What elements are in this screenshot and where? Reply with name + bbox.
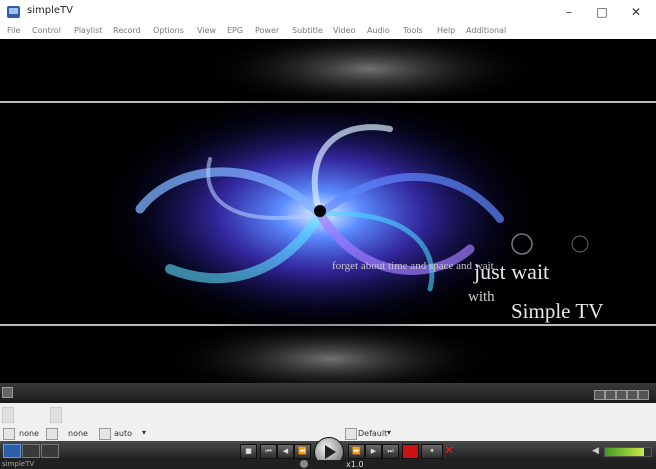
panel-header bbox=[0, 383, 656, 403]
video-viewport[interactable]: forget about time and space and wait jus… bbox=[0, 39, 656, 383]
zoom-icon[interactable] bbox=[99, 428, 111, 440]
zoom-value[interactable]: auto bbox=[114, 429, 132, 438]
profile-icon[interactable] bbox=[345, 428, 357, 440]
volume-fill bbox=[605, 448, 645, 456]
crop-icon[interactable] bbox=[46, 428, 58, 440]
crop-value[interactable]: none bbox=[68, 429, 88, 438]
window-view-icon[interactable] bbox=[22, 444, 40, 458]
seek-area[interactable] bbox=[0, 403, 656, 426]
menu-tools[interactable]: Tools bbox=[403, 26, 423, 35]
menu-options[interactable]: Options bbox=[153, 26, 184, 35]
menu-video[interactable]: Video bbox=[333, 26, 355, 35]
record-icon[interactable] bbox=[402, 444, 419, 459]
panel-opt3-icon[interactable] bbox=[616, 390, 627, 400]
status-bar bbox=[0, 460, 656, 469]
panel-opt-icon[interactable] bbox=[594, 390, 605, 400]
seek-handle[interactable] bbox=[2, 407, 14, 423]
panel-toggle-icon[interactable] bbox=[2, 387, 13, 398]
profile-value[interactable]: Default bbox=[358, 429, 387, 438]
stop-icon[interactable]: ■ bbox=[240, 444, 257, 459]
menu-additional[interactable]: Additional bbox=[466, 26, 506, 35]
seek-marker[interactable] bbox=[50, 407, 62, 423]
video-frame: forget about time and space and wait jus… bbox=[0, 39, 656, 383]
menu-subtitle[interactable]: Subtitle bbox=[292, 26, 323, 35]
panel-minimize-icon[interactable] bbox=[627, 390, 638, 400]
speaker-icon[interactable]: ◀ bbox=[592, 446, 599, 456]
maximize-icon[interactable]: □ bbox=[586, 0, 618, 24]
fast-forward-icon[interactable]: ⏩ bbox=[348, 444, 365, 459]
menu-epg[interactable]: EPG bbox=[227, 26, 243, 35]
window-title: simpleTV bbox=[27, 5, 73, 16]
playlist-view-icon[interactable] bbox=[3, 444, 21, 458]
panel-close-icon[interactable] bbox=[638, 390, 649, 400]
aspect-value[interactable]: none bbox=[19, 429, 39, 438]
video-just-wait: just wait bbox=[473, 259, 549, 284]
volume-slider[interactable] bbox=[604, 447, 652, 457]
menu-audio[interactable]: Audio bbox=[367, 26, 390, 35]
menu-view[interactable]: View bbox=[197, 26, 216, 35]
aspect-ratio-icon[interactable] bbox=[3, 428, 15, 440]
play-icon bbox=[325, 445, 336, 459]
speed-label[interactable]: x1.0 bbox=[346, 460, 363, 469]
close-icon[interactable]: ✕ bbox=[620, 0, 652, 24]
app-icon bbox=[7, 6, 20, 18]
video-tagline: forget about time and space and wait bbox=[332, 260, 494, 272]
skip-back-icon[interactable]: ⏮ bbox=[260, 444, 277, 459]
video-with: with bbox=[468, 289, 495, 305]
menu-help[interactable]: Help bbox=[437, 26, 455, 35]
minimize-icon[interactable]: – bbox=[553, 0, 585, 24]
zoom-dropdown-icon[interactable]: ▾ bbox=[142, 428, 146, 437]
rewind-icon[interactable]: ⏪ bbox=[294, 444, 311, 459]
settings-wheel-icon[interactable]: ✦ bbox=[421, 444, 443, 459]
capture-icon[interactable] bbox=[300, 460, 308, 468]
menu-record[interactable]: Record bbox=[113, 26, 141, 35]
profile-dropdown-icon[interactable]: ▾ bbox=[387, 428, 391, 437]
menu-control[interactable]: Control bbox=[32, 26, 61, 35]
video-brand: Simple TV bbox=[511, 299, 603, 323]
menu-file[interactable]: File bbox=[7, 26, 20, 35]
menu-power[interactable]: Power bbox=[255, 26, 279, 35]
next-frame-icon[interactable]: ▶ bbox=[365, 444, 382, 459]
close-icon[interactable]: ✕ bbox=[444, 443, 454, 457]
skip-forward-icon[interactable]: ⏭ bbox=[382, 444, 399, 459]
panel-opt2-icon[interactable] bbox=[605, 390, 616, 400]
grid-view-icon[interactable] bbox=[41, 444, 59, 458]
menu-playlist[interactable]: Playlist bbox=[74, 26, 102, 35]
status-app-label: simpleTV bbox=[2, 460, 35, 468]
prev-frame-icon[interactable]: ◀ bbox=[277, 444, 294, 459]
